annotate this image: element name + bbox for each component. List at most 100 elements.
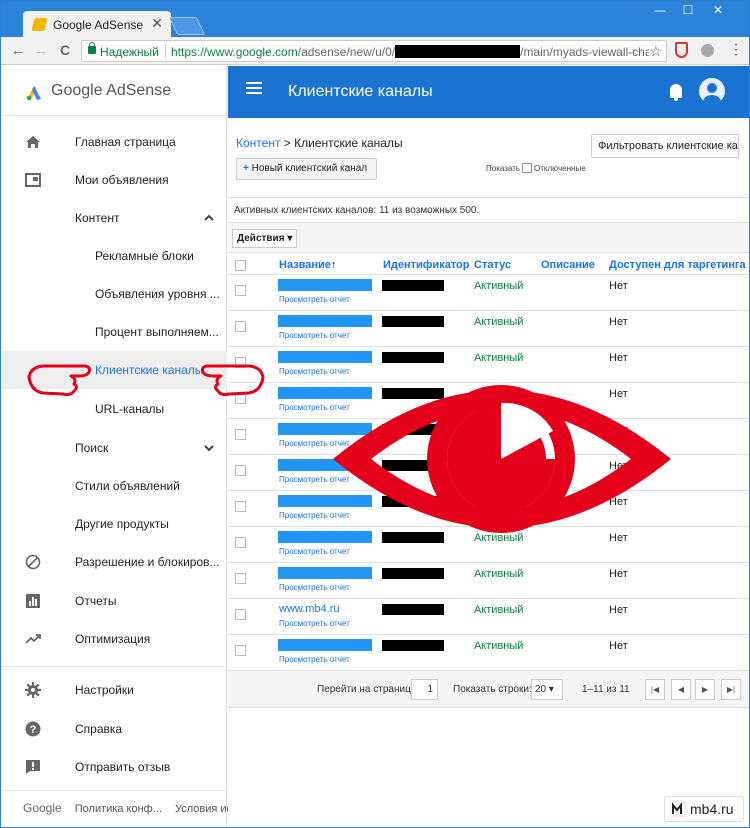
sidebar-item-content[interactable]: Контент <box>1 199 227 237</box>
channel-name-redacted[interactable] <box>278 639 372 651</box>
row-checkbox[interactable] <box>235 285 246 296</box>
select-all-checkbox[interactable] <box>235 260 246 271</box>
column-header-description[interactable]: Описание <box>541 259 595 271</box>
view-report-link[interactable]: Просмотреть отчет <box>279 619 350 628</box>
table-row[interactable]: Просмотреть отчет Активный Нет <box>228 274 749 310</box>
view-report-link[interactable]: Просмотреть отчет <box>279 331 350 340</box>
channel-name-redacted[interactable] <box>278 567 372 579</box>
extension-icon[interactable] <box>701 44 714 57</box>
minimize-button[interactable]: — <box>648 3 672 17</box>
table-row[interactable]: Просмотреть отчет Активный Нет <box>228 634 749 670</box>
account-avatar[interactable] <box>699 78 725 104</box>
table-row[interactable]: Просмотреть отчет Активный Нет <box>228 454 749 490</box>
view-report-link[interactable]: Просмотреть отчет <box>279 295 350 304</box>
sidebar-item-my-ads[interactable]: Мои объявления <box>1 161 227 199</box>
row-checkbox[interactable] <box>235 645 246 656</box>
row-checkbox[interactable] <box>235 429 246 440</box>
column-header-targeting[interactable]: Доступен для таргетинга <box>609 259 746 271</box>
view-report-link[interactable]: Просмотреть отчет <box>279 439 350 448</box>
view-report-link[interactable]: Просмотреть отчет <box>279 475 350 484</box>
table-row[interactable]: www.mb4.ru Просмотреть отчет Активный Нет <box>228 598 749 634</box>
channel-name-redacted[interactable] <box>278 423 372 435</box>
channel-name-redacted[interactable] <box>278 531 372 543</box>
sidebar-item-reports[interactable]: Отчеты <box>1 582 227 620</box>
actions-dropdown[interactable]: Действия ▾ <box>232 229 298 248</box>
sidebar-item-help[interactable]: ? Справка <box>1 710 227 748</box>
row-checkbox[interactable] <box>235 609 246 620</box>
reload-button[interactable]: C <box>56 42 74 58</box>
table-row[interactable]: Просмотреть отчет Активный Нет <box>228 346 749 382</box>
view-report-link[interactable]: Просмотреть отчет <box>279 583 350 592</box>
row-checkbox[interactable] <box>235 393 246 404</box>
channel-name-redacted[interactable] <box>278 459 372 471</box>
row-checkbox[interactable] <box>235 501 246 512</box>
table-row[interactable]: Просмотреть отчет Активный Нет <box>228 526 749 562</box>
sidebar-item-page-level-ads[interactable]: Объявления уровня ... <box>1 275 227 313</box>
maximize-button[interactable]: ☐ <box>676 3 700 17</box>
channel-name-redacted[interactable] <box>278 387 372 399</box>
new-tab-button[interactable] <box>168 17 206 35</box>
hamburger-menu-icon[interactable] <box>246 82 262 94</box>
sidebar-item-label: Другие продукты <box>75 517 169 531</box>
column-header-id[interactable]: Идентификатор <box>383 259 470 271</box>
view-report-link[interactable]: Просмотреть отчет <box>279 403 350 412</box>
sidebar-item-allow-block[interactable]: Разрешение и блокиров... <box>1 543 227 581</box>
sidebar-item-optimization[interactable]: Оптимизация <box>1 620 227 658</box>
table-row[interactable]: Просмотреть отчет Активный Нет <box>228 490 749 526</box>
targeting-value: Нет <box>609 424 628 436</box>
adblock-shield-icon[interactable] <box>675 42 688 58</box>
sidebar-item-url-channels[interactable]: URL-каналы <box>1 390 227 428</box>
next-page-button[interactable]: ▶ <box>695 679 715 700</box>
privacy-link[interactable]: Политика конф... <box>75 803 162 815</box>
table-row[interactable]: Просмотреть отчет Активный Нет <box>228 562 749 598</box>
column-header-status[interactable]: Статус <box>474 259 511 271</box>
view-report-link[interactable]: Просмотреть отчет <box>279 511 350 520</box>
forward-button[interactable]: → <box>32 42 50 59</box>
column-header-name[interactable]: Название↑ <box>279 259 336 271</box>
browser-menu-icon[interactable]: ⋮ <box>729 41 743 58</box>
sidebar-item-ad-styles[interactable]: Стили объявлений <box>1 467 227 505</box>
row-checkbox[interactable] <box>235 357 246 368</box>
back-button[interactable]: ← <box>9 42 27 59</box>
view-report-link[interactable]: Просмотреть отчет <box>279 367 350 376</box>
channel-name-redacted[interactable] <box>278 495 372 507</box>
table-row[interactable]: Просмотреть отчет Активный Нет <box>228 418 749 454</box>
browser-tab[interactable]: Google AdSense ✕ <box>23 11 171 37</box>
tab-close-icon[interactable]: ✕ <box>151 15 163 32</box>
table-row[interactable]: Просмотреть отчет Активный Нет <box>228 310 749 346</box>
channel-name-redacted[interactable] <box>278 279 372 291</box>
view-report-link[interactable]: Просмотреть отчет <box>279 547 350 556</box>
sidebar-item-feedback[interactable]: Отправить отзыв <box>1 748 227 786</box>
bookmark-star-icon[interactable]: ☆ <box>649 43 662 60</box>
channel-name-redacted[interactable] <box>278 351 372 363</box>
sidebar-item-custom-channels[interactable]: Клиентские каналы <box>1 351 227 389</box>
new-custom-channel-button[interactable]: + Новый клиентский канал <box>236 158 377 180</box>
targeting-value: Нет <box>609 640 628 652</box>
channel-name-redacted[interactable] <box>278 315 372 327</box>
row-checkbox[interactable] <box>235 573 246 584</box>
row-checkbox[interactable] <box>235 537 246 548</box>
page-number-input[interactable]: 1 <box>411 679 438 700</box>
sidebar-item-ad-units[interactable]: Рекламные блоки <box>1 237 227 275</box>
sidebar-item-other-products[interactable]: Другие продукты <box>1 505 227 543</box>
targeting-value: Нет <box>609 568 628 580</box>
close-window-button[interactable]: ✕ <box>706 3 730 17</box>
filter-channels-button[interactable]: Фильтровать клиентские ка <box>591 134 739 158</box>
rows-per-page-select[interactable]: 20 ▾ <box>531 679 563 700</box>
channel-name-link[interactable]: www.mb4.ru <box>279 603 340 615</box>
prev-page-button[interactable]: ◀ <box>671 679 691 700</box>
first-page-button[interactable]: |◀ <box>645 679 665 700</box>
address-bar[interactable]: Надежный https://www.google.com/adsense/… <box>81 40 667 62</box>
row-checkbox[interactable] <box>235 321 246 332</box>
notifications-bell-icon[interactable] <box>670 84 682 101</box>
table-row[interactable]: Просмотреть отчет Активный Нет <box>228 382 749 418</box>
last-page-button[interactable]: ▶| <box>721 679 741 700</box>
breadcrumb-link-content[interactable]: Контент <box>236 136 280 150</box>
sidebar-item-home[interactable]: Главная страница <box>1 123 227 161</box>
row-checkbox[interactable] <box>235 465 246 476</box>
sidebar-item-search[interactable]: Поиск <box>1 429 227 467</box>
show-disabled-checkbox[interactable] <box>522 163 533 173</box>
view-report-link[interactable]: Просмотреть отчет <box>279 655 350 664</box>
sidebar-item-completion-rate[interactable]: Процент выполняем... <box>1 313 227 351</box>
sidebar-item-settings[interactable]: Настройки <box>1 671 227 709</box>
